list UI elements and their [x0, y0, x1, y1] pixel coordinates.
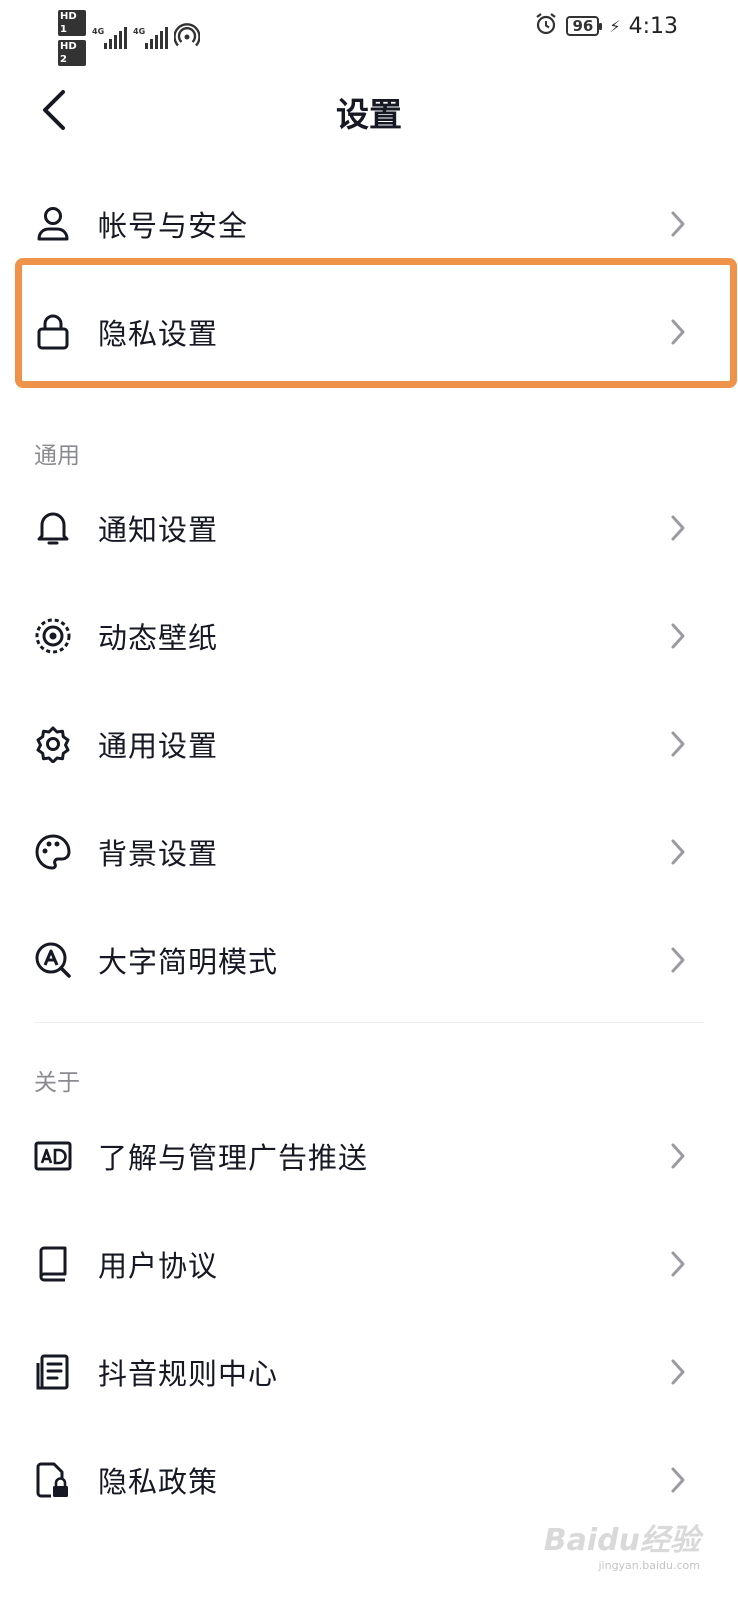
settings-item-label: 动态壁纸: [98, 621, 219, 655]
settings-item-privacy-settings[interactable]: 隐私设置: [0, 278, 738, 386]
settings-item-label: 背景设置: [98, 837, 219, 871]
watermark-brand: Baidu经验: [543, 1523, 700, 1558]
settings-item-label: 隐私政策: [98, 1465, 219, 1499]
book-icon: [34, 1245, 72, 1283]
settings-item-label: 通用设置: [98, 729, 219, 763]
large-text-icon: [34, 941, 72, 979]
chevron-right-icon: [666, 513, 690, 543]
gear-icon: [34, 725, 72, 763]
status-right: 96 ⚡ 4:13: [534, 12, 678, 40]
settings-item-label: 隐私设置: [98, 317, 219, 351]
settings-item-live-wallpaper[interactable]: 动态壁纸: [0, 582, 738, 690]
settings-item-label: 帐号与安全: [98, 209, 249, 243]
alarm-icon: [534, 12, 558, 40]
clock-time: 4:13: [628, 13, 678, 39]
chevron-right-icon: [666, 1141, 690, 1171]
section-title-general: 通用: [34, 443, 80, 469]
chevron-right-icon: [666, 621, 690, 651]
hotspot-icon: [173, 23, 201, 53]
section-divider: [34, 1022, 704, 1023]
privacy-policy-icon: [34, 1461, 72, 1499]
document-icon: [34, 1353, 72, 1391]
chevron-right-icon: [666, 1465, 690, 1495]
baidu-watermark: Baidu经验 jingyan.baidu.com: [544, 1515, 700, 1572]
bell-icon: [34, 509, 72, 547]
settings-item-background[interactable]: 背景设置: [0, 798, 738, 906]
charging-icon: ⚡: [609, 16, 621, 36]
settings-item-label: 抖音规则中心: [98, 1357, 279, 1391]
settings-item-account-security[interactable]: 帐号与安全: [0, 170, 738, 278]
hd2-badge: HD 2: [58, 40, 86, 66]
sim2-network-tag: 4G: [133, 27, 146, 36]
wallpaper-icon: [34, 617, 72, 655]
settings-item-ad-management[interactable]: 了解与管理广告推送: [0, 1102, 738, 1210]
chevron-right-icon: [666, 945, 690, 975]
hd-stack: HD 1 HD 2: [58, 10, 86, 66]
settings-item-label: 用户协议: [98, 1249, 219, 1283]
palette-icon: [34, 833, 72, 871]
status-bar: HD 1 HD 2 4G 4G 96 ⚡ 4:13: [0, 0, 738, 66]
hd1-badge: HD 1: [58, 10, 86, 36]
signal-sim1-icon: 4G: [92, 27, 127, 49]
settings-item-user-agreement[interactable]: 用户协议: [0, 1210, 738, 1318]
chevron-right-icon: [666, 209, 690, 239]
settings-item-notifications[interactable]: 通知设置: [0, 474, 738, 582]
ad-icon: [34, 1137, 72, 1175]
lock-icon: [34, 313, 72, 351]
battery-level: 96: [566, 16, 603, 36]
signal-sim2-icon: 4G: [133, 27, 168, 49]
settings-item-general-settings[interactable]: 通用设置: [0, 690, 738, 798]
status-left: HD 1 HD 2 4G 4G: [58, 10, 201, 66]
settings-item-rules-center[interactable]: 抖音规则中心: [0, 1318, 738, 1426]
settings-item-label: 大字简明模式: [98, 945, 279, 979]
settings-item-label: 了解与管理广告推送: [98, 1141, 369, 1175]
chevron-right-icon: [666, 837, 690, 867]
watermark-url: jingyan.baidu.com: [598, 1559, 700, 1572]
chevron-right-icon: [666, 729, 690, 759]
chevron-right-icon: [666, 1249, 690, 1279]
settings-item-label: 通知设置: [98, 513, 219, 547]
page-header: 设置: [0, 70, 738, 150]
sim1-network-tag: 4G: [92, 27, 105, 36]
chevron-right-icon: [666, 317, 690, 347]
settings-item-large-text-mode[interactable]: 大字简明模式: [0, 906, 738, 1014]
person-icon: [34, 205, 72, 243]
page-title: 设置: [336, 95, 402, 134]
chevron-right-icon: [666, 1357, 690, 1387]
section-title-about: 关于: [34, 1070, 80, 1096]
